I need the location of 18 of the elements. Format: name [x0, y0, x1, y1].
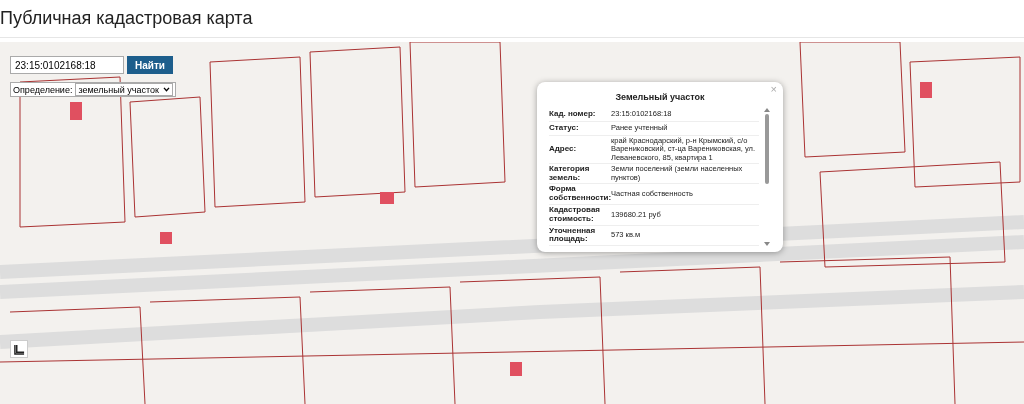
field-label: Адрес: [549, 144, 578, 154]
cadastral-number-field[interactable]: 23:15:0102168:18 [10, 56, 124, 74]
field-label: Статус: [549, 124, 580, 133]
scroll-down-icon[interactable] [764, 242, 770, 247]
field-label: Форма собственности: [549, 185, 611, 203]
popup-title: Земельный участок [614, 91, 706, 104]
layers-icon [13, 343, 25, 355]
field-label: Уточненная площадь: [549, 226, 597, 245]
caret-icon [162, 87, 170, 92]
field-label: Кад. номер: [549, 110, 597, 119]
field-label: Кадастровая стоимость: [549, 205, 602, 224]
layers-button[interactable] [10, 340, 28, 358]
field-label: Категория земель: [549, 164, 591, 183]
scrollbar[interactable] [763, 108, 771, 247]
scroll-up-icon[interactable] [764, 108, 770, 112]
page-title: Публичная кадастровая карта [0, 0, 1024, 38]
definition-select[interactable]: Определение: земельный участок [10, 82, 176, 97]
find-button[interactable]: Найти [127, 56, 173, 74]
